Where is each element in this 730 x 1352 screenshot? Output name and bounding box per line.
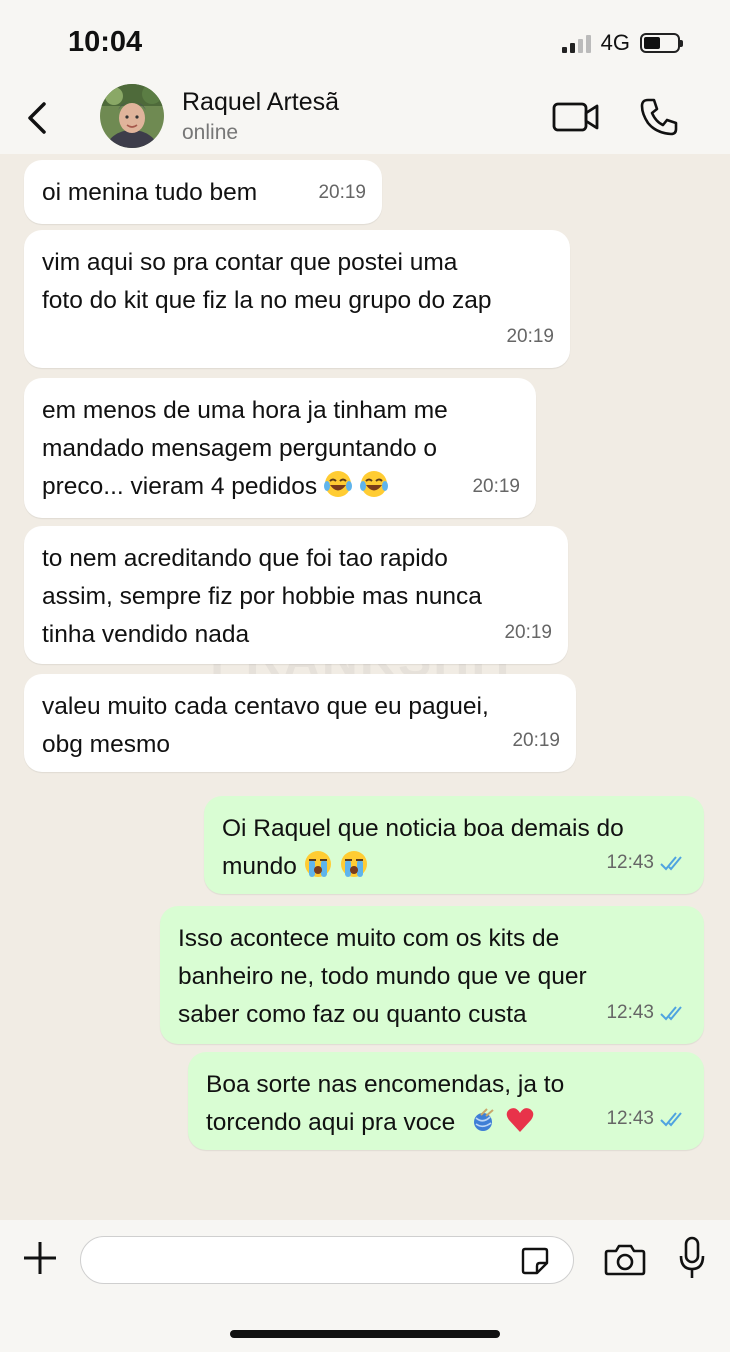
message-text: banheiro ne, todo mundo que ve quer <box>178 963 587 990</box>
message-time: 12:43 <box>606 1108 654 1129</box>
message-incoming[interactable]: to nem acreditando que foi tao rapido as… <box>24 526 568 664</box>
message-text: vim aqui so pra contar que postei uma <box>42 249 458 276</box>
message-time: 20:19 <box>506 326 554 347</box>
tears-of-joy-emoji-icon <box>360 471 389 497</box>
message-incoming[interactable]: vim aqui so pra contar que postei uma fo… <box>24 230 570 368</box>
message-text: mandado mensagem perguntando o <box>42 435 438 462</box>
message-time: 12:43 <box>606 1002 654 1023</box>
message-time: 20:19 <box>472 476 520 497</box>
chevron-left-icon[interactable] <box>22 98 54 138</box>
contact-status: online <box>182 121 239 144</box>
message-text: Isso acontece muito com os kits de <box>178 925 560 952</box>
message-incoming[interactable]: em menos de uma hora ja tinham me mandad… <box>24 378 536 518</box>
message-incoming[interactable]: valeu muito cada centavo que eu paguei, … <box>24 674 576 772</box>
sticker-icon[interactable] <box>520 1246 550 1276</box>
message-text: foto do kit que fiz la no meu grupo do z… <box>42 287 492 314</box>
status-bar: 10:04 4G <box>0 0 730 80</box>
message-text: em menos de uma hora ja tinham me <box>42 397 448 424</box>
message-text: Oi Raquel que noticia boa demais do <box>222 815 624 842</box>
microphone-icon[interactable] <box>678 1236 706 1280</box>
message-text: oi menina tudo bem <box>42 179 258 206</box>
message-incoming[interactable]: oi menina tudo bem 20:19 <box>24 160 382 224</box>
yarn-emoji-icon <box>474 1108 494 1131</box>
double-check-read-icon <box>660 856 682 871</box>
message-text: assim, sempre fiz por hobbie mas nunca <box>42 583 482 610</box>
camera-icon[interactable] <box>604 1242 646 1276</box>
chat-area[interactable]: oi menina tudo bem 20:19 vim aqui so pra… <box>0 154 730 1220</box>
message-text: valeu muito cada centavo que eu paguei, <box>42 693 489 720</box>
message-text: mundo <box>222 853 297 880</box>
plus-icon[interactable] <box>22 1240 58 1276</box>
message-outgoing[interactable]: Oi Raquel que noticia boa demais do mund… <box>204 796 704 894</box>
double-check-read-icon <box>660 1112 682 1127</box>
tears-of-joy-emoji-icon <box>324 471 353 497</box>
message-input[interactable] <box>80 1236 574 1284</box>
message-text: obg mesmo <box>42 731 171 758</box>
message-text: preco... vieram 4 pedidos <box>42 473 318 500</box>
message-time: 20:19 <box>504 622 552 643</box>
message-outgoing[interactable]: Boa sorte nas encomendas, ja to torcendo… <box>188 1052 704 1150</box>
red-heart-emoji-icon <box>506 1108 534 1132</box>
network-type: 4G <box>600 30 630 55</box>
message-outgoing[interactable]: Isso acontece muito com os kits de banhe… <box>160 906 704 1044</box>
avatar[interactable] <box>100 84 164 148</box>
message-text: torcendo aqui pra voce <box>206 1109 456 1136</box>
clock: 10:04 <box>68 26 143 58</box>
message-time: 20:19 <box>512 730 560 751</box>
chat-header: Raquel Artesã online <box>0 80 730 154</box>
loudly-crying-emoji-icon <box>304 851 331 877</box>
contact-name[interactable]: Raquel Artesã <box>182 88 339 117</box>
message-text: Boa sorte nas encomendas, ja to <box>206 1071 565 1098</box>
message-time: 20:19 <box>318 182 366 203</box>
double-check-read-icon <box>660 1006 682 1021</box>
message-time: 12:43 <box>606 852 654 873</box>
home-indicator <box>230 1330 500 1338</box>
message-composer <box>0 1220 730 1352</box>
message-text: tinha vendido nada <box>42 621 250 648</box>
battery-icon <box>640 33 683 53</box>
phone-icon[interactable] <box>638 96 680 138</box>
loudly-crying-emoji-icon <box>340 851 367 877</box>
video-camera-icon[interactable] <box>552 100 600 134</box>
message-text: to nem acreditando que foi tao rapido <box>42 545 448 572</box>
signal-icon <box>561 33 591 53</box>
